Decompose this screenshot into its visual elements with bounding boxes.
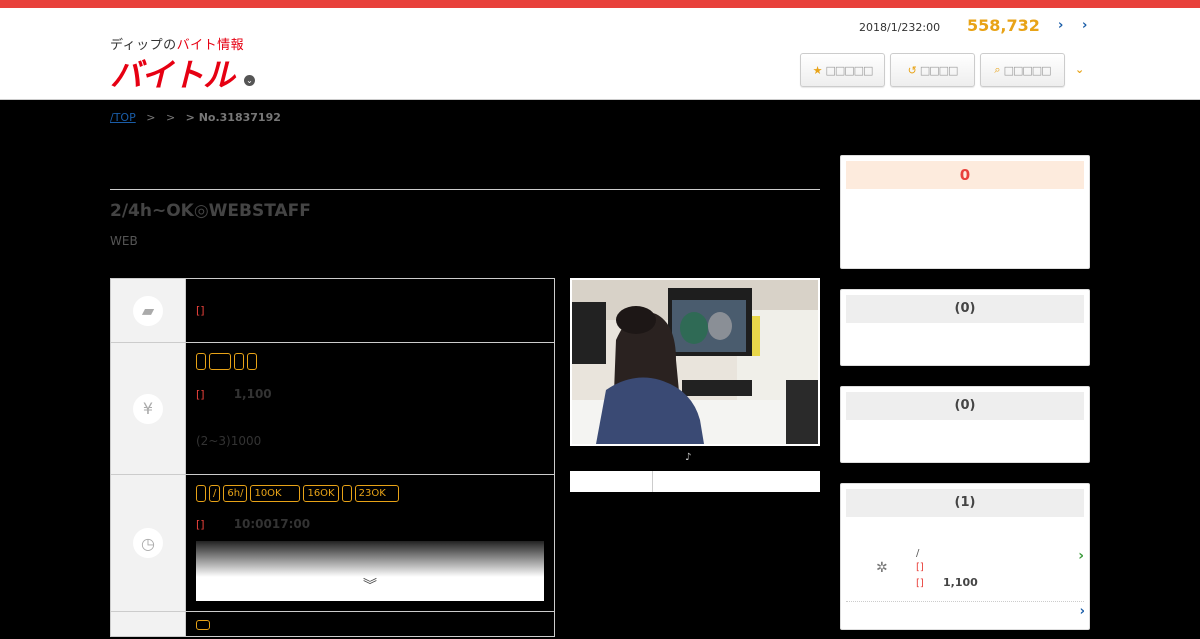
chevron-down-icon[interactable]: ⌄ — [1075, 63, 1084, 76]
photo-caption: ♪ — [685, 452, 692, 463]
sidebar-history-heading: (0) — [846, 392, 1084, 420]
loading-spinner-icon: ✲ — [876, 560, 888, 576]
search-icon: ⌕ — [994, 63, 1001, 76]
sidebar-box-recommended: (1) ✲ / [] [] 1,100 › › — [840, 483, 1090, 630]
search-button[interactable]: ⌕ □□□□□ — [980, 53, 1065, 87]
job-photo[interactable] — [570, 278, 820, 446]
chevron-right-icon[interactable]: › — [1058, 18, 1063, 33]
chevron-right-icon[interactable]: › — [1080, 604, 1085, 619]
sidebar-box-count: 0 — [840, 155, 1090, 269]
hours-tags: /6h/10OK 16OK 23OK — [196, 485, 544, 507]
divider — [110, 189, 820, 190]
update-datetime: 2018/1/232:00 — [859, 21, 941, 34]
logo-chevron-icon[interactable]: ⌄ — [244, 75, 255, 86]
breadcrumb: /TOP > > > No.31837192 — [110, 111, 281, 124]
sidebar-box-favorites: (0) — [840, 289, 1090, 366]
favorites-button[interactable]: ★ □□□□□ — [800, 53, 885, 87]
expand-more-button[interactable]: ︾ — [196, 541, 544, 601]
site-header: ディップのバイト情報 バイトル ⌄ 2018/1/232:00 558,732 … — [0, 8, 1200, 100]
history-button[interactable]: ↺ □□□□ — [890, 53, 975, 87]
job-title: 2/4h~OK◎WEBSTAFF — [110, 201, 311, 221]
detail-row-job: ▰ [] — [111, 279, 554, 343]
sidebar-box-history: (0) — [840, 386, 1090, 463]
top-accent-bar — [0, 0, 1200, 8]
yen-icon: ¥ — [133, 393, 163, 424]
chevron-right-icon[interactable]: › — [1078, 548, 1084, 564]
photo-tabs — [570, 471, 820, 492]
job-detail-table: ▰ [] ¥ [] 1,100 (2~3)1000 ◷ /6h/10OK 16OK… — [110, 278, 555, 637]
breadcrumb-top-link[interactable]: /TOP — [110, 111, 136, 124]
list-item[interactable]: ✲ / [] [] 1,100 › — [846, 522, 1084, 602]
briefcase-icon: ▰ — [133, 295, 163, 326]
double-chevron-down-icon: ︾ — [363, 578, 377, 594]
salary-note: (2~3)1000 — [196, 434, 262, 448]
site-logo[interactable]: バイトル — [110, 50, 235, 96]
sidebar-recommended-heading: (1) — [846, 489, 1084, 517]
detail-row-salary: ¥ [] 1,100 (2~3)1000 — [111, 343, 554, 475]
detail-row-next — [111, 612, 554, 636]
job-count: 558,732 — [967, 16, 1040, 35]
hours-value: 10:0017:00 — [233, 517, 311, 531]
photo-tab[interactable] — [653, 471, 820, 492]
job-subtitle: WEB — [110, 234, 138, 248]
salary-value: 1,100 — [233, 387, 272, 401]
chevron-right-icon[interactable]: › — [1082, 18, 1087, 33]
breadcrumb-current: > No.31837192 — [185, 111, 281, 124]
sidebar-favorites-heading: (0) — [846, 295, 1084, 323]
star-icon: ★ — [812, 63, 823, 77]
sidebar-count-value: 0 — [846, 161, 1084, 189]
history-icon: ↺ — [907, 63, 917, 77]
photo-tab[interactable] — [570, 471, 653, 492]
detail-row-hours: ◷ /6h/10OK 16OK 23OK [] 10:0017:00 ︾ — [111, 475, 554, 612]
clock-icon: ◷ — [133, 528, 163, 558]
